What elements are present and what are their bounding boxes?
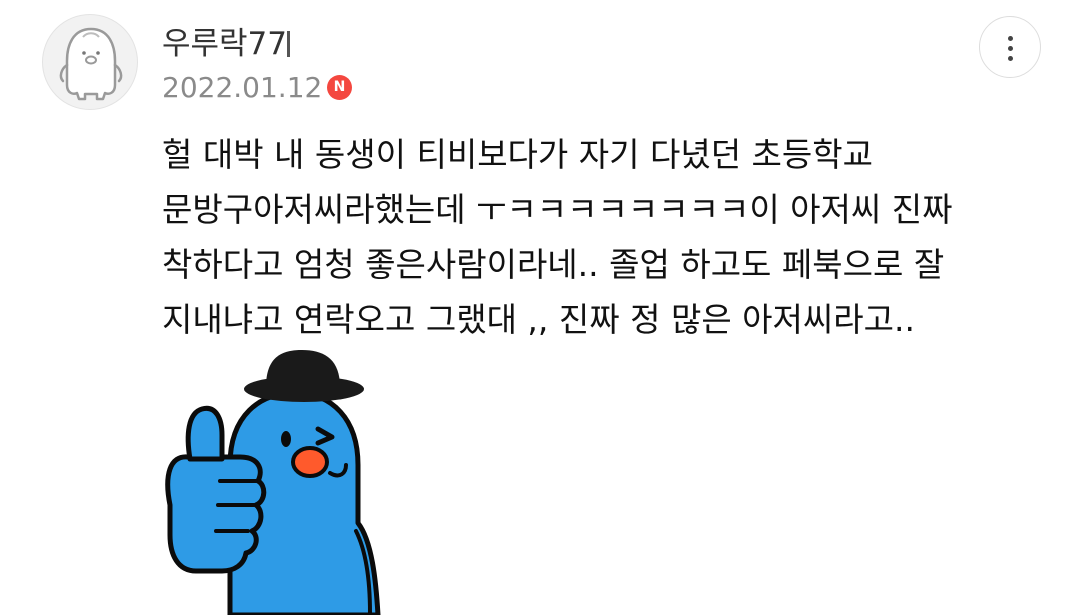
profile-avatar[interactable] xyxy=(42,14,138,110)
penguin-avatar-icon xyxy=(59,27,123,101)
comment-body-line: 지내냐고 연락오고 그랬대 ,, 진짜 정 많은 아저씨라고.. xyxy=(162,300,915,339)
new-badge: N xyxy=(327,75,352,100)
comment-item: 우루락77 2022.01.12 N 헐 대박 내 동생이 티비보다가 자기 다… xyxy=(0,0,1075,615)
comment-body-line: 문방구아저씨라했는데 ㅜㅋㅋㅋㅋㅋㅋㅋㅋ이 아저씨 진짜 xyxy=(162,190,953,229)
comment-author-name[interactable]: 우루락77 xyxy=(162,24,287,64)
thumbs-up-sticker[interactable] xyxy=(160,345,410,615)
author-divider xyxy=(287,31,290,57)
more-vertical-icon xyxy=(1008,36,1013,41)
more-options-button[interactable] xyxy=(979,16,1041,78)
comment-date: 2022.01.12 xyxy=(162,71,323,104)
comment-body-line: 착하다고 엄청 좋은사람이라네.. 졸업 하고도 페북으로 잘 xyxy=(162,245,945,284)
more-vertical-icon-dot xyxy=(1008,46,1013,51)
comment-body-line: 헐 대박 내 동생이 티비보다가 자기 다녔던 초등학교 xyxy=(162,135,873,174)
more-vertical-icon-dot xyxy=(1008,56,1013,61)
comment-body: 헐 대박 내 동생이 티비보다가 자기 다녔던 초등학교 문방구아저씨라했는데 … xyxy=(162,127,1042,347)
blue-character-thumbs-up-sticker-icon xyxy=(165,350,381,615)
